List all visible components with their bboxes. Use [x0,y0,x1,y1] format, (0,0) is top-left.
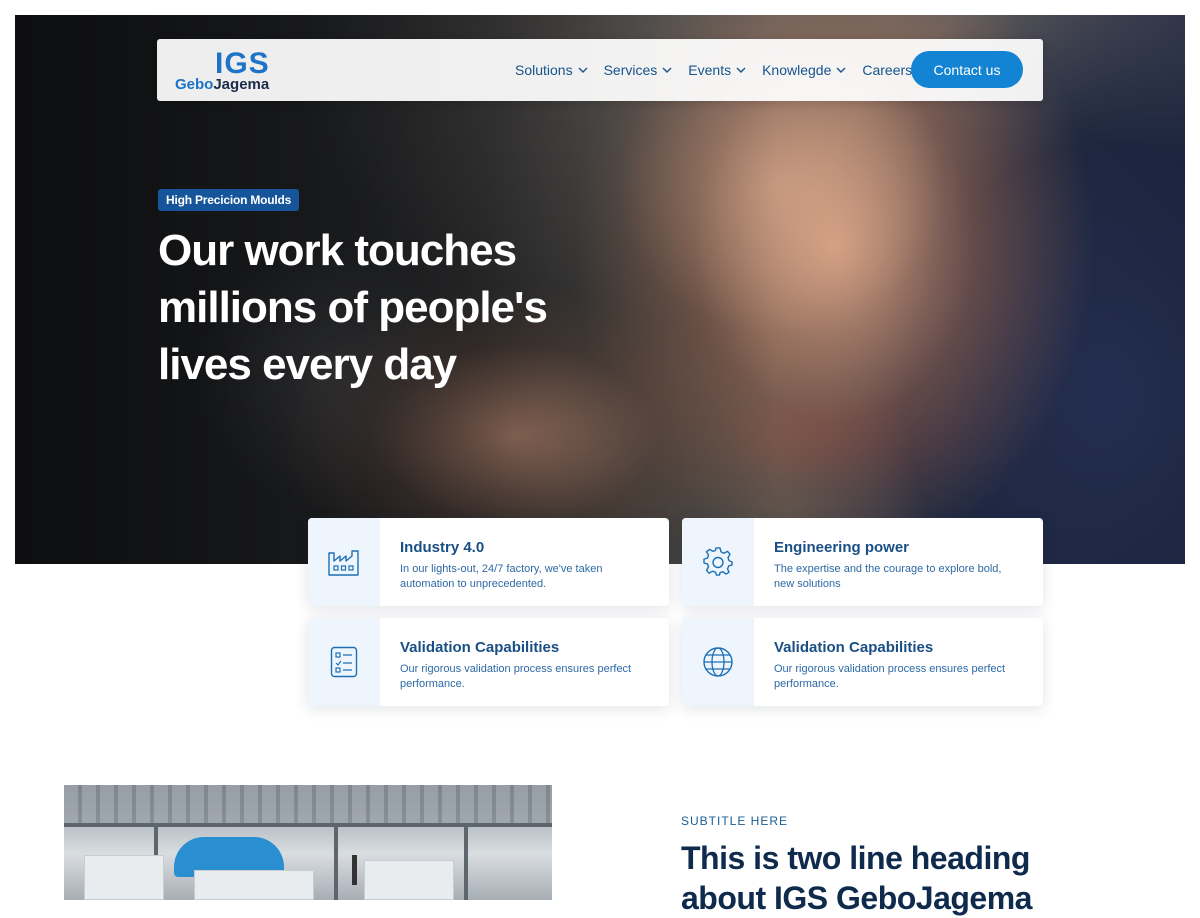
factory-beam [64,823,552,827]
nav-item-knowledge[interactable]: Knowlegde [762,62,846,78]
nav-item-services[interactable]: Services [604,62,673,78]
logo-wordmark: GeboJagema [175,76,270,93]
feature-card-engineering[interactable]: Engineering power The expertise and the … [682,518,1043,606]
factory-photo [64,785,552,900]
feature-card-industry[interactable]: Industry 4.0 In our lights-out, 24/7 fac… [308,518,669,606]
feature-description: Our rigorous validation process ensures … [774,663,1006,690]
feature-title: Validation Capabilities [400,639,560,656]
hero-badge: High Precicion Moulds [158,189,300,211]
feature-title: Validation Capabilities [774,639,934,656]
factory-icon [328,550,359,576]
factory-beam [334,825,338,900]
feature-description: Our rigorous validation process ensures … [400,663,632,690]
feature-description: The expertise and the courage to explore… [774,563,1002,590]
signal-light [352,855,357,885]
factory-roof [64,785,552,825]
factory-beam [464,825,468,900]
feature-description: In our lights-out, 24/7 factory, we've t… [400,563,603,590]
company-logo[interactable]: IGS GeboJagema [175,49,285,93]
section-subtitle: SUBTITLE HERE [681,814,789,828]
feature-title: Industry 4.0 [400,539,485,556]
chevron-down-icon [836,67,846,73]
feature-icon-box [308,518,380,606]
factory-machine [194,870,314,900]
nav-item-events[interactable]: Events [688,62,746,78]
globe-icon [703,647,733,677]
feature-card-validation-global[interactable]: Validation Capabilities Our rigorous val… [682,618,1043,706]
nav-item-label: Careers [862,62,913,78]
feature-icon-box [308,618,380,706]
chevron-down-icon [662,67,672,73]
main-nav: Solutions Services Events Knowlegde Care… [515,39,943,101]
feature-card-validation[interactable]: Validation Capabilities Our rigorous val… [308,618,669,706]
nav-item-solutions[interactable]: Solutions [515,62,588,78]
checklist-icon [330,646,358,678]
logo-mark: IGS [215,47,270,80]
feature-icon-box [682,618,754,706]
nav-item-label: Solutions [515,62,573,78]
contact-us-button[interactable]: Contact us [911,51,1023,88]
factory-machine [84,855,164,900]
hero-title: Our work touches millions of people's li… [158,226,548,389]
feature-icon-box [682,518,754,606]
feature-title: Engineering power [774,539,910,556]
nav-item-label: Knowlegde [762,62,832,78]
top-navbar: IGS GeboJagema Solutions Services Events… [157,39,1043,101]
factory-machine [364,860,454,900]
gear-icon [703,547,733,576]
nav-item-label: Services [603,62,658,78]
section-heading: This is two line heading about IGS GeboJ… [681,840,1032,916]
chevron-down-icon [736,67,746,73]
nav-item-label: Events [688,62,732,78]
chevron-down-icon [578,67,588,73]
